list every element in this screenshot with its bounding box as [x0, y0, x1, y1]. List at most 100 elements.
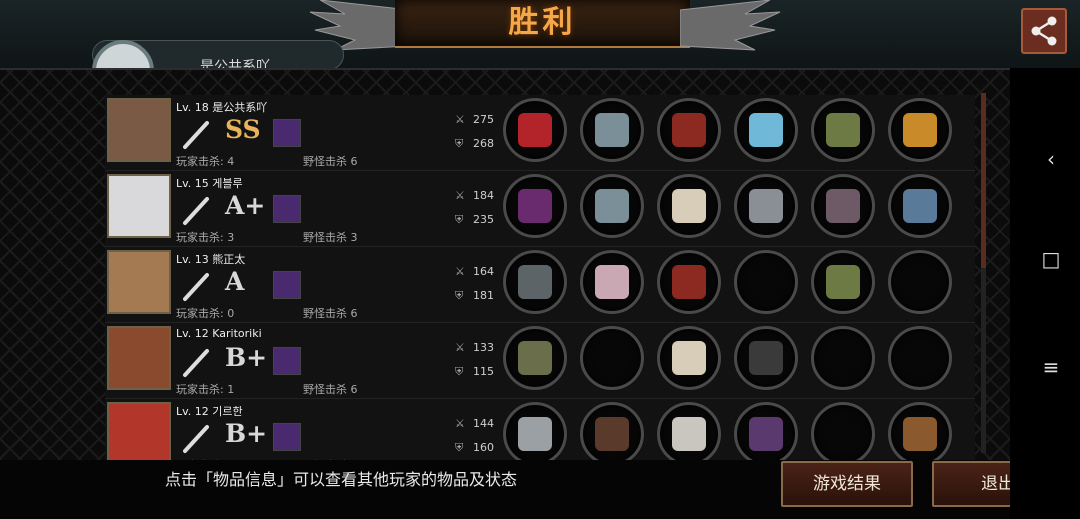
equipment-slot[interactable] — [580, 98, 644, 162]
attack-stat: ⚔ 144 — [455, 417, 494, 430]
equipment-slot[interactable] — [888, 98, 952, 162]
bat-icon — [183, 121, 209, 149]
title-plate: 胜利 — [395, 0, 690, 48]
item-icon — [903, 417, 937, 451]
equipment-slot[interactable] — [657, 250, 721, 314]
equipment-slot[interactable] — [734, 174, 798, 238]
level-name: Lv. 15 게블루 — [176, 177, 243, 190]
skill-icon — [273, 347, 301, 375]
item-icon — [672, 189, 706, 223]
level-name: Lv. 18 是公共系吖 — [176, 101, 268, 114]
equipment-slot[interactable] — [734, 326, 798, 390]
avatar[interactable] — [107, 326, 171, 390]
scrollbar[interactable] — [981, 93, 986, 453]
item-icon — [518, 189, 552, 223]
player-kills: 玩家击杀: 1 — [176, 383, 235, 396]
player-row[interactable]: Lv. 18 是公共系吖 SS 玩家击杀: 4 野怪击杀 6 ⚔ 275 ⛨ 268 — [105, 95, 975, 171]
attack-stat: ⚔ 133 — [455, 341, 494, 354]
item-icon — [595, 265, 629, 299]
defense-stat: ⛨ 268 — [455, 137, 494, 151]
attack-stat: ⚔ 275 — [455, 113, 494, 126]
shield-icon: ⛨ — [455, 441, 464, 454]
home-icon[interactable]: □ — [1040, 248, 1062, 270]
share-button[interactable] — [1021, 8, 1067, 54]
item-icon — [672, 341, 706, 375]
item-icon — [518, 113, 552, 147]
equipment-slot[interactable] — [811, 250, 875, 314]
avatar[interactable] — [107, 174, 171, 238]
monster-kills: 野怪击杀 6 — [303, 307, 358, 320]
item-icon — [749, 341, 783, 375]
item-icon — [826, 265, 860, 299]
equipment-slot[interactable] — [811, 326, 875, 390]
equipment-slot[interactable] — [734, 402, 798, 460]
equipment-slot[interactable] — [657, 402, 721, 460]
shield-icon: ⛨ — [455, 365, 464, 378]
equipment-slot[interactable] — [503, 326, 567, 390]
defense-value: 160 — [473, 441, 494, 454]
defense-value: 235 — [473, 213, 494, 226]
item-icon — [749, 189, 783, 223]
shield-icon: ⛨ — [455, 289, 464, 302]
grade-badge: SS — [225, 115, 261, 144]
defense-value: 181 — [473, 289, 494, 302]
attack-stat: ⚔ 164 — [455, 265, 494, 278]
item-icon — [518, 417, 552, 451]
equipment-slot[interactable] — [888, 326, 952, 390]
right-wing-ornament-icon — [680, 0, 781, 51]
equipment-slot[interactable] — [580, 174, 644, 238]
player-row[interactable]: Lv. 12 Karitoriki B+ 玩家击杀: 1 野怪击杀 6 ⚔ 133… — [105, 323, 975, 399]
equipment-slot[interactable] — [580, 326, 644, 390]
attack-value: 275 — [473, 113, 494, 126]
scroll-thumb[interactable] — [981, 93, 986, 268]
equipment-slot[interactable] — [503, 174, 567, 238]
player-row[interactable]: Lv. 13 熊正太 A 玩家击杀: 0 野怪击杀 6 ⚔ 164 ⛨ 181 — [105, 247, 975, 323]
level-name: Lv. 13 熊正太 — [176, 253, 246, 266]
monster-kills: 野怪击杀 3 — [303, 231, 358, 244]
skill-icon — [273, 195, 301, 223]
avatar[interactable] — [107, 402, 171, 460]
equipment-slot[interactable] — [811, 98, 875, 162]
equipment-slot[interactable] — [580, 402, 644, 460]
equipment-slot[interactable] — [503, 250, 567, 314]
item-icon — [749, 417, 783, 451]
skill-icon — [273, 271, 301, 299]
player-row[interactable]: Lv. 12 기르한 B+ 玩家击杀: 1 野怪击杀 4 ⚔144 ⛨160 — [105, 399, 975, 460]
defense-stat: ⛨ 235 — [455, 213, 494, 227]
item-icon — [826, 189, 860, 223]
back-icon[interactable]: ‹ — [1040, 148, 1062, 170]
player-list: Lv. 18 是公共系吖 SS 玩家击杀: 4 野怪击杀 6 ⚔ 275 ⛨ 268… — [105, 95, 975, 460]
results-panel: Lv. 18 是公共系吖 SS 玩家击杀: 4 野怪击杀 6 ⚔ 275 ⛨ 268… — [0, 68, 1010, 460]
equipment-slot[interactable] — [888, 250, 952, 314]
page-title: 胜利 — [508, 5, 577, 40]
equipment-slot[interactable] — [734, 250, 798, 314]
equipment-slot[interactable] — [503, 402, 567, 460]
monster-kills: 野怪击杀 6 — [303, 155, 358, 168]
equipment-slot[interactable] — [503, 98, 567, 162]
menu-icon[interactable]: ≡ — [1040, 356, 1062, 378]
equipment-slot[interactable] — [811, 174, 875, 238]
grade-badge: B+ — [225, 343, 268, 372]
attack-value: 184 — [473, 189, 494, 202]
player-row[interactable]: Lv. 15 게블루 A+ 玩家击杀: 3 野怪击杀 3 ⚔ 184 ⛨ 235 — [105, 171, 975, 247]
equipment-slot[interactable] — [580, 250, 644, 314]
equipment-slot[interactable] — [888, 174, 952, 238]
pistol-icon — [183, 349, 209, 377]
hint-text: 点击「物品信息」可以查看其他玩家的物品及状态 — [165, 470, 518, 489]
swords-icon: ⚔ — [455, 189, 465, 202]
equipment-slot[interactable] — [657, 174, 721, 238]
game-result-button[interactable]: 游戏结果 — [781, 461, 913, 507]
equipment-slot[interactable] — [657, 98, 721, 162]
item-icon — [518, 265, 552, 299]
avatar[interactable] — [107, 98, 171, 162]
top-bar: 胜利 是公共系吖 — [0, 0, 1080, 80]
equipment-slot[interactable] — [811, 402, 875, 460]
equipment-slot[interactable] — [734, 98, 798, 162]
bow-icon — [183, 197, 209, 225]
item-icon — [672, 113, 706, 147]
equipment-slot[interactable] — [888, 402, 952, 460]
avatar[interactable] — [107, 250, 171, 314]
equipment-slot[interactable] — [657, 326, 721, 390]
defense-value: 268 — [473, 137, 494, 150]
player-kills: 玩家击杀: 3 — [176, 231, 235, 244]
